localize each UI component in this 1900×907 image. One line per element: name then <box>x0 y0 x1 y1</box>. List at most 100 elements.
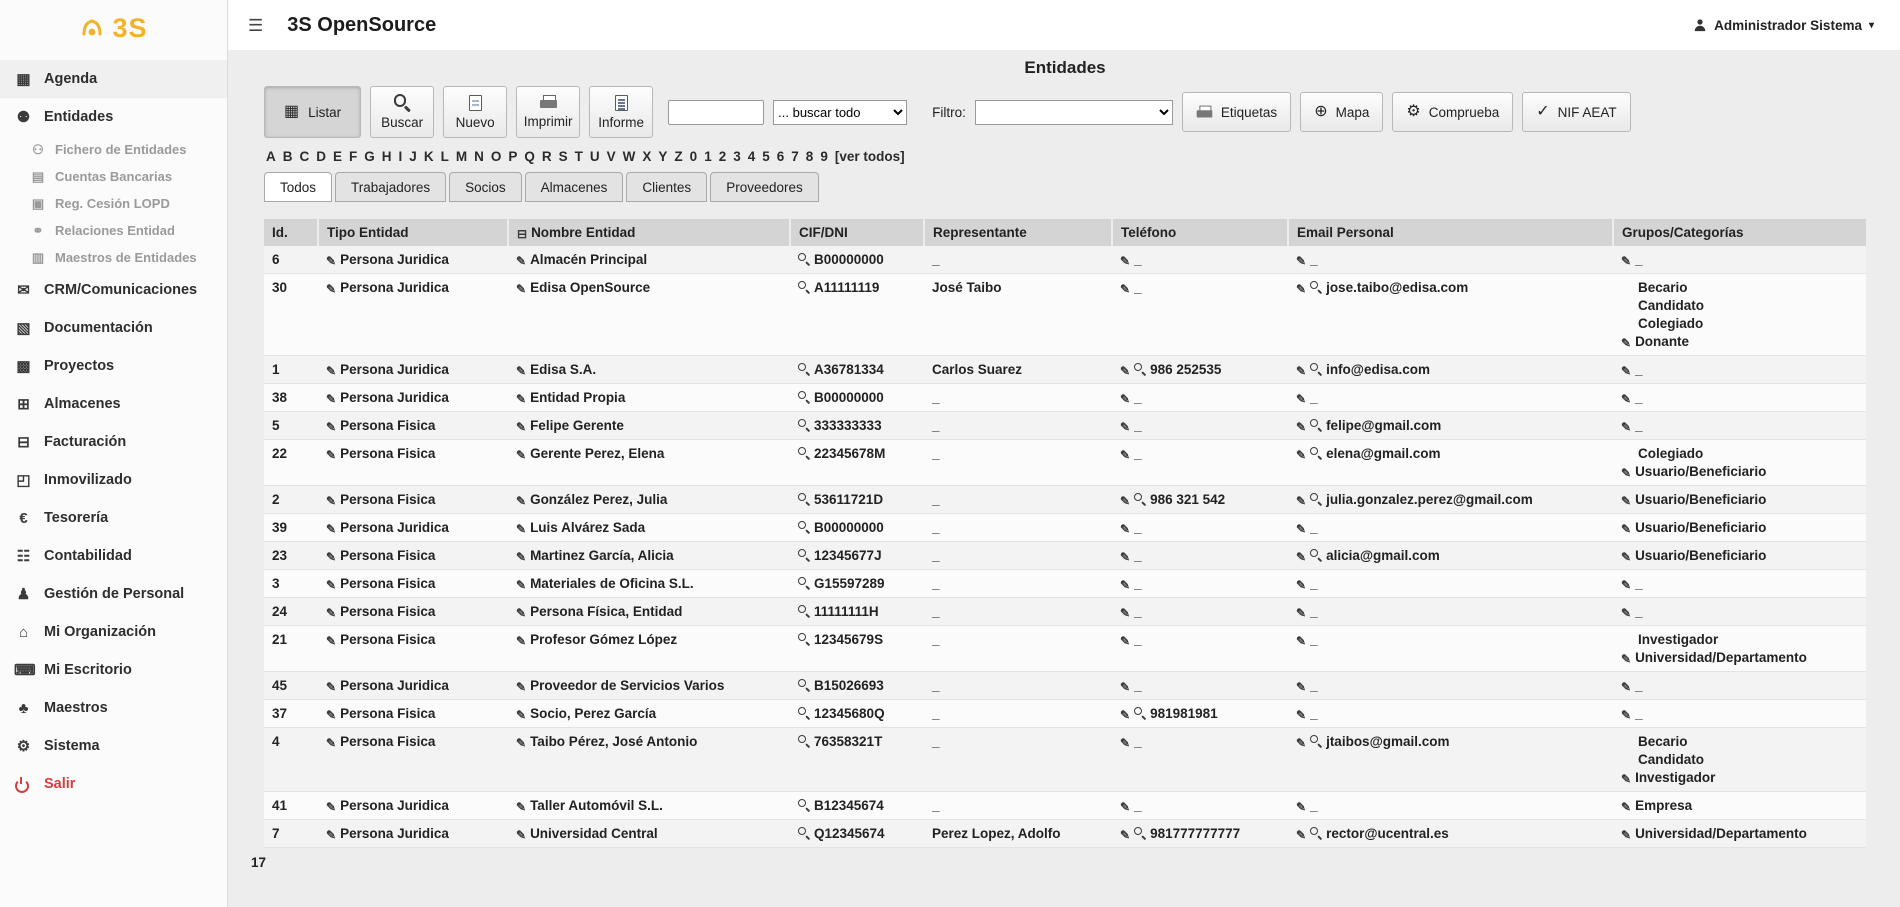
edit-icon[interactable]: ✎ <box>516 365 526 377</box>
edit-icon[interactable]: ✎ <box>1621 337 1631 349</box>
edit-icon[interactable]: ✎ <box>1621 681 1631 693</box>
alphabet-letter-R[interactable]: R <box>542 149 552 164</box>
alphabet-letter-9[interactable]: 9 <box>820 149 828 164</box>
edit-icon[interactable]: ✎ <box>1120 421 1130 433</box>
edit-icon[interactable]: ✎ <box>1296 709 1306 721</box>
zoom-icon[interactable] <box>798 633 810 645</box>
zoom-icon[interactable] <box>798 391 810 403</box>
column-header[interactable]: Id. <box>264 219 318 246</box>
alphabet-letter-D[interactable]: D <box>316 149 326 164</box>
alphabet-show-all[interactable]: [ver todos] <box>835 149 905 164</box>
edit-icon[interactable]: ✎ <box>516 681 526 693</box>
app-logo[interactable]: 3S <box>0 0 227 56</box>
edit-icon[interactable]: ✎ <box>1296 365 1306 377</box>
edit-icon[interactable]: ✎ <box>326 551 336 563</box>
edit-icon[interactable]: ✎ <box>516 283 526 295</box>
edit-icon[interactable]: ✎ <box>1621 467 1631 479</box>
alphabet-letter-4[interactable]: 4 <box>748 149 756 164</box>
edit-icon[interactable]: ✎ <box>516 709 526 721</box>
edit-icon[interactable]: ✎ <box>1621 773 1631 785</box>
zoom-icon[interactable] <box>798 493 810 505</box>
menu-toggle-icon[interactable]: ☰ <box>248 17 263 34</box>
buscar-button[interactable]: Buscar <box>370 86 434 138</box>
sidebar-subitem-cuentas-bancarias[interactable]: ▤Cuentas Bancarias <box>0 163 227 190</box>
edit-icon[interactable]: ✎ <box>326 365 336 377</box>
edit-icon[interactable]: ✎ <box>1621 801 1631 813</box>
alphabet-letter-2[interactable]: 2 <box>719 149 727 164</box>
tab-proveedores[interactable]: Proveedores <box>710 172 819 202</box>
edit-icon[interactable]: ✎ <box>1120 829 1130 841</box>
sidebar-item-mi-escritorio[interactable]: ⌨Mi Escritorio <box>0 651 227 689</box>
zoom-icon[interactable] <box>798 521 810 533</box>
alphabet-letter-X[interactable]: X <box>642 149 651 164</box>
edit-icon[interactable]: ✎ <box>1120 495 1130 507</box>
edit-icon[interactable]: ✎ <box>326 495 336 507</box>
alphabet-letter-O[interactable]: O <box>491 149 502 164</box>
informe-button[interactable]: Informe <box>589 86 653 138</box>
edit-icon[interactable]: ✎ <box>326 709 336 721</box>
alphabet-letter-N[interactable]: N <box>474 149 484 164</box>
alphabet-letter-W[interactable]: W <box>623 149 636 164</box>
edit-icon[interactable]: ✎ <box>326 801 336 813</box>
column-header[interactable]: Tipo Entidad <box>318 219 508 246</box>
zoom-icon[interactable] <box>798 735 810 747</box>
edit-icon[interactable]: ✎ <box>516 393 526 405</box>
edit-icon[interactable]: ✎ <box>516 523 526 535</box>
sidebar-subitem-maestros-de-entidades[interactable]: ▥Maestros de Entidades <box>0 244 227 271</box>
alphabet-letter-8[interactable]: 8 <box>806 149 814 164</box>
edit-icon[interactable]: ✎ <box>1296 421 1306 433</box>
edit-icon[interactable]: ✎ <box>1120 283 1130 295</box>
sidebar-item-salir[interactable]: Salir <box>0 765 227 803</box>
filter-select[interactable] <box>975 100 1173 125</box>
edit-icon[interactable]: ✎ <box>1296 635 1306 647</box>
alphabet-letter-A[interactable]: A <box>266 149 276 164</box>
edit-icon[interactable]: ✎ <box>1120 393 1130 405</box>
alphabet-letter-Z[interactable]: Z <box>674 149 682 164</box>
alphabet-letter-U[interactable]: U <box>590 149 600 164</box>
alphabet-letter-K[interactable]: K <box>424 149 434 164</box>
edit-icon[interactable]: ✎ <box>1120 449 1130 461</box>
zoom-icon[interactable] <box>798 707 810 719</box>
zoom-icon[interactable] <box>1310 735 1322 747</box>
tab-trabajadores[interactable]: Trabajadores <box>335 172 446 202</box>
alphabet-letter-6[interactable]: 6 <box>777 149 785 164</box>
tab-almacenes[interactable]: Almacenes <box>525 172 624 202</box>
zoom-icon[interactable] <box>1310 827 1322 839</box>
edit-icon[interactable]: ✎ <box>1621 255 1631 267</box>
sidebar-subitem-relaciones-entidad[interactable]: ⚭Relaciones Entidad <box>0 217 227 244</box>
edit-icon[interactable]: ✎ <box>516 607 526 619</box>
edit-icon[interactable]: ✎ <box>1120 709 1130 721</box>
alphabet-letter-7[interactable]: 7 <box>791 149 799 164</box>
edit-icon[interactable]: ✎ <box>1621 653 1631 665</box>
sidebar-item-proyectos[interactable]: ▩Proyectos <box>0 347 227 385</box>
zoom-icon[interactable] <box>798 605 810 617</box>
tab-todos[interactable]: Todos <box>264 172 332 202</box>
edit-icon[interactable]: ✎ <box>1120 551 1130 563</box>
zoom-icon[interactable] <box>798 679 810 691</box>
edit-icon[interactable]: ✎ <box>516 449 526 461</box>
edit-icon[interactable]: ✎ <box>516 801 526 813</box>
user-menu[interactable]: Administrador Sistema ▾ <box>1693 18 1874 33</box>
edit-icon[interactable]: ✎ <box>1621 393 1631 405</box>
alphabet-letter-J[interactable]: J <box>409 149 417 164</box>
sidebar-item-tesoreria[interactable]: €Tesorería <box>0 499 227 537</box>
edit-icon[interactable]: ✎ <box>1120 607 1130 619</box>
comprueba-button[interactable]: ⚙Comprueba <box>1392 92 1513 132</box>
edit-icon[interactable]: ✎ <box>1120 681 1130 693</box>
sidebar-subitem-fichero-de-entidades[interactable]: ⚇Fichero de Entidades <box>0 136 227 163</box>
edit-icon[interactable]: ✎ <box>1621 551 1631 563</box>
edit-icon[interactable]: ✎ <box>1296 495 1306 507</box>
edit-icon[interactable]: ✎ <box>326 737 336 749</box>
sidebar-item-documentacion[interactable]: ▧Documentación <box>0 309 227 347</box>
edit-icon[interactable]: ✎ <box>1120 255 1130 267</box>
zoom-icon[interactable] <box>798 827 810 839</box>
edit-icon[interactable]: ✎ <box>1621 495 1631 507</box>
alphabet-letter-I[interactable]: I <box>399 149 403 164</box>
column-header[interactable]: Email Personal <box>1288 219 1613 246</box>
edit-icon[interactable]: ✎ <box>1296 551 1306 563</box>
edit-icon[interactable]: ✎ <box>516 737 526 749</box>
zoom-icon[interactable] <box>798 253 810 265</box>
edit-icon[interactable]: ✎ <box>1296 801 1306 813</box>
edit-icon[interactable]: ✎ <box>1621 421 1631 433</box>
alphabet-letter-B[interactable]: B <box>283 149 293 164</box>
